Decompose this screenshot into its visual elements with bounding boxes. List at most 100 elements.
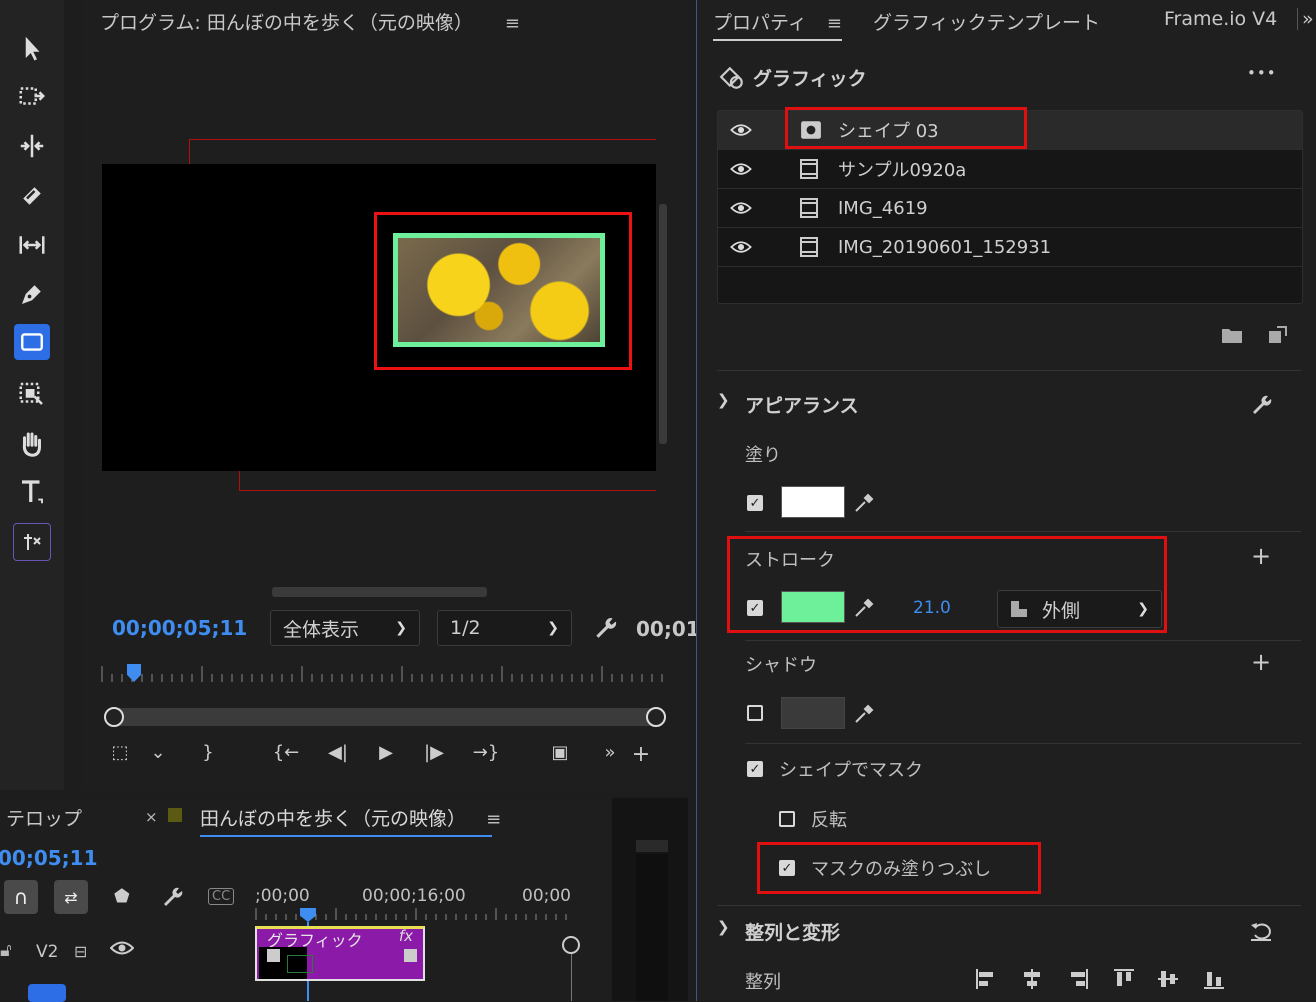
tab-properties[interactable]: プロパティ ≡: [713, 8, 843, 41]
sequence-tab-label: 田んぼの中を歩く（元の映像）: [200, 808, 467, 830]
track-label: V2: [36, 942, 59, 962]
reset-icon[interactable]: [1249, 920, 1273, 947]
layer-row[interactable]: IMG_4619: [718, 189, 1302, 228]
clip-thumb-icon: [267, 949, 280, 962]
eye-icon[interactable]: [730, 123, 752, 137]
shadow-checkbox[interactable]: [747, 705, 763, 721]
step-forward-icon[interactable]: |▶: [420, 742, 448, 763]
add-stroke-icon[interactable]: +: [1251, 542, 1271, 570]
add-button-icon[interactable]: +: [627, 742, 655, 767]
tab-sequence[interactable]: 田んぼの中を歩く（元の映像） ≡: [200, 804, 501, 837]
rectangle-tool-icon[interactable]: [14, 324, 50, 360]
vertical-scrollbar[interactable]: [659, 204, 667, 444]
more-options-icon[interactable]: •••: [1247, 64, 1277, 82]
track-select-tool-icon[interactable]: [10, 76, 54, 116]
captions-icon[interactable]: CC: [208, 888, 235, 905]
panel-menu-icon[interactable]: ≡: [505, 13, 520, 34]
slip-tool-icon[interactable]: [10, 225, 54, 265]
scroll-handle[interactable]: [562, 936, 580, 954]
invert-label: 反転: [811, 810, 847, 831]
track-target-v1[interactable]: [28, 984, 66, 1002]
panel-menu-icon[interactable]: ≡: [827, 13, 842, 34]
go-to-out-icon[interactable]: →}: [472, 742, 500, 763]
sync-lock-icon[interactable]: ⊟: [74, 942, 87, 961]
mask-with-shape-checkbox[interactable]: ✓: [747, 761, 763, 777]
safe-margins-icon[interactable]: ⬚: [106, 742, 134, 763]
go-to-in-icon[interactable]: {←: [272, 742, 300, 763]
graphic-clip[interactable]: グラフィック fx: [255, 926, 425, 981]
align-right-icon[interactable]: [1067, 968, 1089, 990]
align-center-vertical-icon[interactable]: [1157, 968, 1179, 990]
pen-tool-icon[interactable]: [10, 274, 54, 314]
selection-tool-icon[interactable]: [10, 28, 54, 68]
wrench-icon[interactable]: [592, 614, 618, 645]
ruler-tick-1: 00;00;16;00: [362, 886, 466, 906]
tab-captions[interactable]: テロップ: [6, 804, 82, 831]
more-tabs-icon[interactable]: »: [1297, 8, 1314, 30]
program-title-text: プログラム: 田んぼの中を歩く（元の映像）: [100, 12, 473, 34]
wrench-icon[interactable]: [160, 884, 184, 913]
ripple-edit-tool-icon[interactable]: [10, 126, 54, 166]
invert-checkbox[interactable]: [779, 811, 795, 827]
play-icon[interactable]: ▶: [372, 742, 400, 763]
add-shadow-icon[interactable]: +: [1251, 648, 1271, 676]
zoom-end-handle[interactable]: [646, 707, 666, 727]
timeline-timecode[interactable]: 00;05;11: [0, 846, 98, 870]
new-folder-icon[interactable]: [1221, 326, 1243, 349]
align-transform-header[interactable]: 整列と変形: [745, 918, 840, 945]
time-ruler[interactable]: [100, 660, 670, 686]
appearance-header[interactable]: アピアランス: [745, 391, 859, 418]
mark-out-icon[interactable]: }: [194, 742, 222, 763]
generative-extend-tool-icon[interactable]: [13, 523, 51, 561]
zoom-dropdown[interactable]: 全体表示 ❯: [270, 610, 420, 646]
tab-frameio[interactable]: Frame.io V4: [1164, 8, 1277, 30]
eye-icon[interactable]: [109, 938, 135, 963]
vertical-scroll-track[interactable]: [571, 954, 572, 1001]
type-tool-icon[interactable]: [10, 472, 54, 512]
layer-row[interactable]: IMG_20190601_152931: [718, 228, 1302, 267]
wrench-icon[interactable]: [1249, 392, 1273, 421]
layer-row[interactable]: サンプル0920a: [718, 150, 1302, 189]
add-marker-icon[interactable]: ⬟: [114, 886, 130, 907]
eye-icon[interactable]: [730, 201, 752, 215]
eyedropper-icon[interactable]: [853, 492, 875, 519]
chevron-down-icon[interactable]: ❯: [717, 918, 730, 936]
resolution-dropdown[interactable]: 1/2 ❯: [437, 610, 572, 646]
export-frame-icon[interactable]: ▣: [546, 742, 574, 763]
new-layer-icon[interactable]: [1267, 326, 1287, 349]
align-left-icon[interactable]: [975, 968, 997, 990]
fill-checkbox[interactable]: ✓: [747, 495, 763, 511]
align-center-horizontal-icon[interactable]: [1021, 968, 1043, 990]
close-tab-icon[interactable]: ×: [145, 808, 158, 826]
film-clip-icon: [800, 159, 818, 179]
chevron-down-icon[interactable]: ❯: [717, 391, 730, 409]
divider: [717, 905, 1301, 906]
zoom-scroll-bar[interactable]: [104, 707, 666, 727]
step-back-icon[interactable]: ◀|: [324, 742, 352, 763]
eye-icon[interactable]: [730, 240, 752, 254]
clip-end-thumb-icon: [404, 949, 417, 962]
align-bottom-icon[interactable]: [1203, 968, 1225, 990]
snap-magnet-icon[interactable]: ∩: [4, 880, 38, 914]
rate-stretch-tool-icon[interactable]: [10, 374, 54, 414]
shadow-color-swatch[interactable]: [781, 697, 845, 729]
align-top-icon[interactable]: [1113, 968, 1135, 990]
divider: [745, 743, 1301, 744]
linked-selection-icon[interactable]: ⇄: [54, 880, 88, 914]
zoom-start-handle[interactable]: [104, 707, 124, 727]
program-monitor-title: プログラム: 田んぼの中を歩く（元の映像） ≡: [100, 8, 520, 35]
panel-menu-icon[interactable]: ≡: [486, 809, 501, 830]
tab-graphic-templates[interactable]: グラフィックテンプレート: [873, 8, 1100, 35]
lock-icon[interactable]: 🔓︎: [0, 940, 12, 961]
fill-color-swatch[interactable]: [781, 486, 845, 518]
horizontal-scrollbar[interactable]: [272, 587, 487, 597]
eye-icon[interactable]: [730, 162, 752, 176]
playhead-timecode[interactable]: 00;00;05;11: [112, 616, 247, 640]
audio-meter-panel: [612, 798, 688, 1001]
razor-tool-icon[interactable]: [10, 176, 54, 216]
eyedropper-icon[interactable]: [853, 703, 875, 730]
chevron-down-icon[interactable]: ⌄: [144, 742, 172, 763]
more-controls-icon[interactable]: »: [596, 742, 624, 763]
clip-shape-outline: [287, 955, 313, 973]
hand-tool-icon[interactable]: [10, 424, 54, 464]
